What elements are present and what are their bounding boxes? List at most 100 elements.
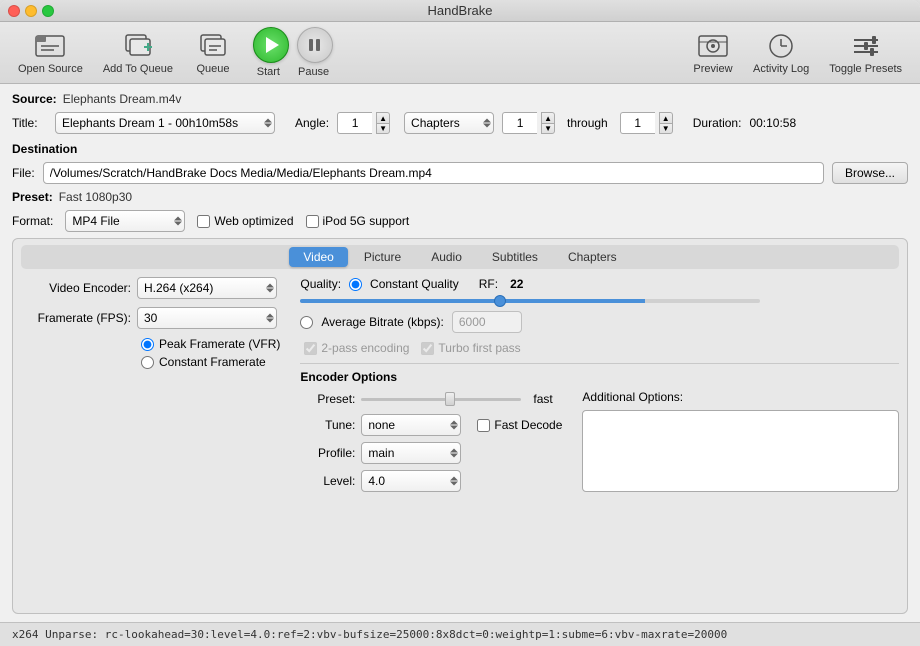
quality-label: Quality: <box>300 277 341 291</box>
file-input[interactable] <box>43 162 824 184</box>
close-button[interactable] <box>8 5 20 17</box>
angle-input[interactable] <box>337 112 372 134</box>
x264-unparse-row: x264 Unparse: rc-lookahead=30:level=4.0:… <box>0 622 920 646</box>
quality-slider[interactable] <box>300 299 760 303</box>
chapters-select-wrapper: Chapters <box>404 112 494 134</box>
enc-level-label: Level: <box>300 474 355 488</box>
additional-options-label: Additional Options: <box>582 390 899 404</box>
quality-slider-row <box>300 299 899 303</box>
web-optimized-label: Web optimized <box>214 214 293 228</box>
angle-up-button[interactable]: ▲ <box>376 112 390 123</box>
framerate-select[interactable]: 30 Same as source 24 25 <box>137 307 277 329</box>
tab-audio[interactable]: Audio <box>417 247 476 267</box>
angle-spinner: ▲ ▼ <box>337 112 390 134</box>
title-select[interactable]: Elephants Dream 1 - 00h10m58s <box>55 112 275 134</box>
ipod-row: iPod 5G support <box>306 214 410 228</box>
constant-framerate-radio[interactable] <box>141 356 154 369</box>
average-bitrate-radio[interactable] <box>300 316 313 329</box>
rf-value: 22 <box>510 277 523 291</box>
encoder-select-wrapper: H.264 (x264) H.265 (x265) MPEG-4 MPEG-2 <box>137 277 277 299</box>
file-row: File: Browse... <box>12 162 908 184</box>
enc-preset-value: fast <box>533 392 552 406</box>
maximize-button[interactable] <box>42 5 54 17</box>
preset-value: Fast 1080p30 <box>59 190 132 204</box>
angle-label: Angle: <box>295 116 329 130</box>
titlebar: HandBrake <box>0 0 920 22</box>
tune-select[interactable]: none film animation <box>361 414 461 436</box>
add-to-queue-label: Add To Queue <box>103 63 173 75</box>
browse-button[interactable]: Browse... <box>832 162 908 184</box>
main-window: HandBrake Open Source <box>0 0 920 646</box>
angle-down-button[interactable]: ▼ <box>376 123 390 134</box>
tab-chapters[interactable]: Chapters <box>554 247 631 267</box>
start-button[interactable] <box>253 27 289 63</box>
two-pass-checkbox <box>304 342 317 355</box>
web-optimized-checkbox[interactable] <box>197 215 210 228</box>
toggle-presets-icon <box>850 30 882 62</box>
ipod-checkbox[interactable] <box>306 215 319 228</box>
chapters-from-input[interactable] <box>502 112 537 134</box>
additional-options-input[interactable] <box>582 410 899 492</box>
profile-select[interactable]: auto main baseline high <box>361 442 461 464</box>
open-source-button[interactable]: Open Source <box>8 26 93 79</box>
chapters-to-down[interactable]: ▼ <box>659 123 673 134</box>
preset-slider[interactable] <box>361 398 521 401</box>
framerate-row: Framerate (FPS): 30 Same as source 24 25 <box>21 307 280 329</box>
title-label: Title: <box>12 116 47 130</box>
format-row: Format: MP4 File MKV File Web optimized … <box>12 210 908 232</box>
constant-quality-radio[interactable] <box>349 278 362 291</box>
format-select[interactable]: MP4 File MKV File <box>65 210 185 232</box>
encoding-options-row: 2-pass encoding Turbo first pass <box>304 341 899 355</box>
file-label: File: <box>12 166 35 180</box>
encoder-left: Preset: fast Tune: <box>300 390 562 492</box>
play-icon <box>266 37 279 53</box>
constant-quality-label: Constant Quality <box>370 277 459 291</box>
toolbar-right: Preview Activity Log <box>683 26 912 79</box>
chapters-to-up[interactable]: ▲ <box>659 112 673 123</box>
chapters-select[interactable]: Chapters <box>404 112 494 134</box>
chapters-from-down[interactable]: ▼ <box>541 123 555 134</box>
main-content: Source: Elephants Dream.m4v Title: Eleph… <box>0 84 920 622</box>
tabs-bar: Video Picture Audio Subtitles Chapters <box>21 245 899 269</box>
rf-label: RF: <box>479 277 498 291</box>
minimize-button[interactable] <box>25 5 37 17</box>
fast-decode-label: Fast Decode <box>494 418 562 432</box>
add-to-queue-icon <box>122 30 154 62</box>
encoder-options-title: Encoder Options <box>300 370 899 384</box>
queue-button[interactable]: Queue <box>183 26 243 79</box>
tab-subtitles[interactable]: Subtitles <box>478 247 552 267</box>
toggle-presets-button[interactable]: Toggle Presets <box>819 26 912 79</box>
peak-framerate-radio[interactable] <box>141 338 154 351</box>
tab-picture[interactable]: Picture <box>350 247 415 267</box>
tab-video[interactable]: Video <box>289 247 347 267</box>
enc-tune-row: Tune: none film animation <box>300 414 562 436</box>
level-select-wrapper: auto 4.0 4.1 <box>361 470 461 492</box>
activity-log-button[interactable]: Activity Log <box>743 26 819 79</box>
x264-unparse-text: x264 Unparse: rc-lookahead=30:level=4.0:… <box>12 628 727 641</box>
destination-label: Destination <box>12 142 77 156</box>
add-to-queue-button[interactable]: Add To Queue <box>93 26 183 79</box>
framerate-mode-group: Peak Framerate (VFR) Constant Framerate <box>141 337 280 369</box>
chapters-from-spinner: ▲ ▼ <box>502 112 555 134</box>
chapters-from-up[interactable]: ▲ <box>541 112 555 123</box>
encoder-select[interactable]: H.264 (x264) H.265 (x265) MPEG-4 MPEG-2 <box>137 277 277 299</box>
encoder-right: Additional Options: <box>582 390 899 492</box>
chapters-to-input[interactable] <box>620 112 655 134</box>
preview-button[interactable]: Preview <box>683 26 743 79</box>
preview-icon <box>697 30 729 62</box>
encoder-row: Video Encoder: H.264 (x264) H.265 (x265)… <box>21 277 280 299</box>
activity-log-icon <box>765 30 797 62</box>
fast-decode-checkbox[interactable] <box>477 419 490 432</box>
enc-tune-label: Tune: <box>300 418 355 432</box>
fast-decode-row: Fast Decode <box>477 418 562 432</box>
preview-label: Preview <box>693 63 732 75</box>
level-select[interactable]: auto 4.0 4.1 <box>361 470 461 492</box>
pause-button[interactable] <box>297 27 333 63</box>
destination-section: Destination <box>12 142 908 156</box>
duration-label: Duration: <box>693 116 742 130</box>
chapters-to-spinner: ▲ ▼ <box>620 112 673 134</box>
title-select-wrapper: Elephants Dream 1 - 00h10m58s <box>55 112 275 134</box>
ipod-label: iPod 5G support <box>323 214 410 228</box>
pause-icon <box>309 39 320 51</box>
start-pause-group: Start Pause <box>243 27 343 78</box>
